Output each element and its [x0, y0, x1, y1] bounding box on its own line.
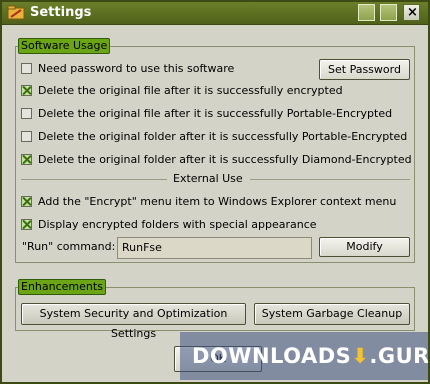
close-button[interactable]: × — [403, 4, 420, 21]
need-password-label: Need password to use this software — [38, 61, 235, 75]
option-delete-folder-diamond[interactable]: Delete the original folder after it is s… — [21, 151, 412, 167]
delete-folder-portable-label: Delete the original folder after it is s… — [38, 129, 408, 143]
need-password-checkbox[interactable] — [21, 62, 32, 74]
run-command-input[interactable]: RunFse — [117, 237, 312, 259]
external-use-separator-right — [250, 179, 410, 180]
watermark-text-right: .GURU — [369, 344, 430, 368]
delete-file-portable-label: Delete the original file after it is suc… — [38, 106, 393, 120]
set-password-button[interactable]: Set Password — [319, 59, 410, 80]
garbage-cleanup-button[interactable]: System Garbage Cleanup — [254, 303, 410, 325]
window-title: Settings — [30, 5, 92, 20]
encrypt-menu-item-label: Add the "Encrypt" menu item to Windows E… — [38, 194, 397, 208]
close-icon: × — [407, 5, 418, 20]
run-command-label: "Run" command: — [22, 240, 116, 253]
delete-file-encrypted-label: Delete the original file after it is suc… — [38, 83, 343, 97]
security-optimization-button[interactable]: System Security and Optimization Setting… — [21, 303, 246, 340]
settings-window: Settings × Software Usage Need password … — [0, 0, 430, 384]
option-special-appearance[interactable]: Display encrypted folders with special a… — [21, 216, 317, 232]
minimize-button[interactable] — [358, 4, 375, 21]
delete-folder-diamond-checkbox[interactable] — [21, 153, 32, 165]
downloads-guru-watermark: DOWNLOADS⬇.GURU — [180, 332, 428, 380]
external-use-title: External Use — [173, 172, 243, 185]
option-need-password[interactable]: Need password to use this software — [21, 60, 234, 76]
delete-file-encrypted-checkbox[interactable] — [21, 84, 32, 96]
watermark-text-left: DOWNLOADS — [192, 344, 352, 368]
modify-button[interactable]: Modify — [319, 237, 410, 257]
software-usage-label: Software Usage — [18, 38, 111, 54]
option-delete-file-encrypted[interactable]: Delete the original file after it is suc… — [21, 82, 343, 98]
maximize-button[interactable] — [380, 4, 397, 21]
special-appearance-checkbox[interactable] — [21, 218, 32, 230]
delete-folder-diamond-label: Delete the original folder after it is s… — [38, 152, 412, 166]
enhancements-label: Enhancements — [18, 279, 106, 295]
option-delete-file-portable[interactable]: Delete the original file after it is suc… — [21, 105, 392, 121]
option-encrypt-menu-item[interactable]: Add the "Encrypt" menu item to Windows E… — [21, 193, 396, 209]
delete-file-portable-checkbox[interactable] — [21, 107, 32, 119]
special-appearance-label: Display encrypted folders with special a… — [38, 217, 317, 231]
delete-folder-portable-checkbox[interactable] — [21, 130, 32, 142]
app-folder-icon — [7, 5, 25, 20]
option-delete-folder-portable[interactable]: Delete the original folder after it is s… — [21, 128, 407, 144]
encrypt-menu-item-checkbox[interactable] — [21, 195, 32, 207]
title-bar[interactable]: Settings × — [2, 2, 428, 25]
external-use-separator-left — [21, 179, 167, 180]
download-arrow-icon: ⬇ — [351, 344, 370, 368]
